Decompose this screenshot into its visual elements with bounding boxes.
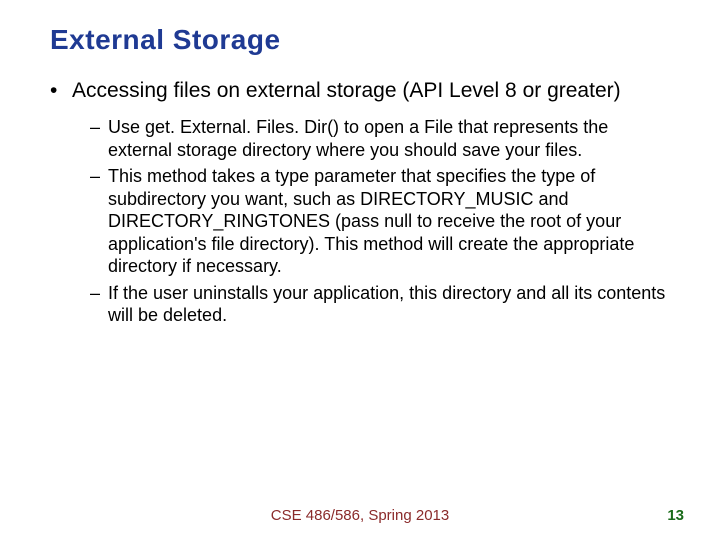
bullet-level2: – Use get. External. Files. Dir() to ope…	[90, 116, 670, 161]
dash-marker: –	[90, 282, 108, 327]
dash-marker: –	[90, 116, 108, 161]
bullet-text: Accessing files on external storage (API…	[72, 78, 621, 104]
bullet-level2: – This method takes a type parameter tha…	[90, 165, 670, 278]
bullet-level2: – If the user uninstalls your applicatio…	[90, 282, 670, 327]
slide-title: External Storage	[50, 24, 670, 56]
footer-course: CSE 486/586, Spring 2013	[0, 507, 720, 524]
slide: External Storage • Accessing files on ex…	[0, 0, 720, 327]
page-number: 13	[667, 507, 684, 524]
bullet-level1: • Accessing files on external storage (A…	[50, 78, 670, 104]
dash-marker: –	[90, 165, 108, 278]
bullet-text: Use get. External. Files. Dir() to open …	[108, 116, 670, 161]
bullet-text: This method takes a type parameter that …	[108, 165, 670, 278]
bullet-text: If the user uninstalls your application,…	[108, 282, 670, 327]
bullet-marker: •	[50, 78, 72, 104]
